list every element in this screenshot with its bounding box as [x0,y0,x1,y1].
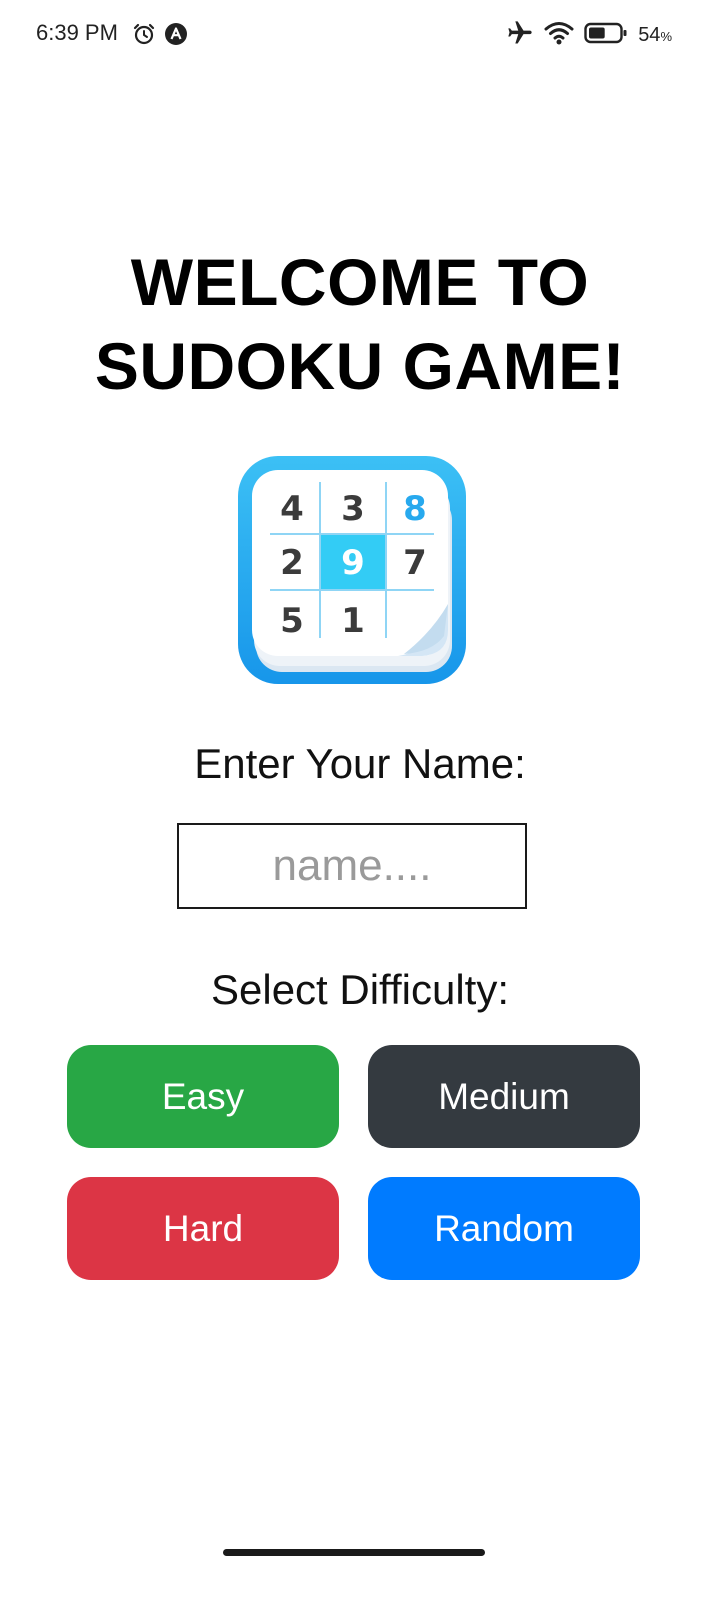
medium-button[interactable]: Medium [368,1045,640,1148]
title-line-1: WELCOME TO [130,245,590,319]
battery-percent: 54% [638,24,672,47]
difficulty-label: Select Difficulty: [211,966,509,1013]
status-right-icons: 54% [506,19,672,52]
battery-percent-symbol: % [660,29,672,44]
title-line-2: SUDOKU GAME! [94,329,626,403]
home-indicator[interactable] [223,1549,485,1556]
logo-cell-2: 3 [341,489,365,529]
easy-button[interactable]: Easy [67,1045,339,1148]
notification-a-icon [164,22,188,51]
logo-cell-4: 2 [280,543,304,583]
hard-button[interactable]: Hard [67,1177,339,1280]
logo-cell-3: 8 [403,489,427,529]
status-time: 6:39 PM [36,20,118,45]
name-label: Enter Your Name: [194,740,526,787]
battery-icon [584,21,628,50]
logo-cell-8: 1 [341,601,365,641]
name-input[interactable] [177,823,527,909]
logo-cell-5: 9 [341,543,365,583]
alarm-icon [132,22,156,51]
airplane-mode-icon [506,19,534,52]
status-bar: 6:39 PM 54% [0,0,720,70]
logo-cell-6: 7 [403,543,427,583]
logo-cell-7: 5 [280,601,304,641]
random-button[interactable]: Random [368,1177,640,1280]
battery-percent-value: 54 [638,24,661,46]
wifi-icon [544,20,574,51]
status-left-icons [132,22,188,51]
page-title: WELCOME TO SUDOKU GAME! [0,240,720,408]
logo-cell-1: 4 [280,489,304,529]
sudoku-logo-icon: 4 3 8 2 9 7 5 1 [236,454,468,686]
